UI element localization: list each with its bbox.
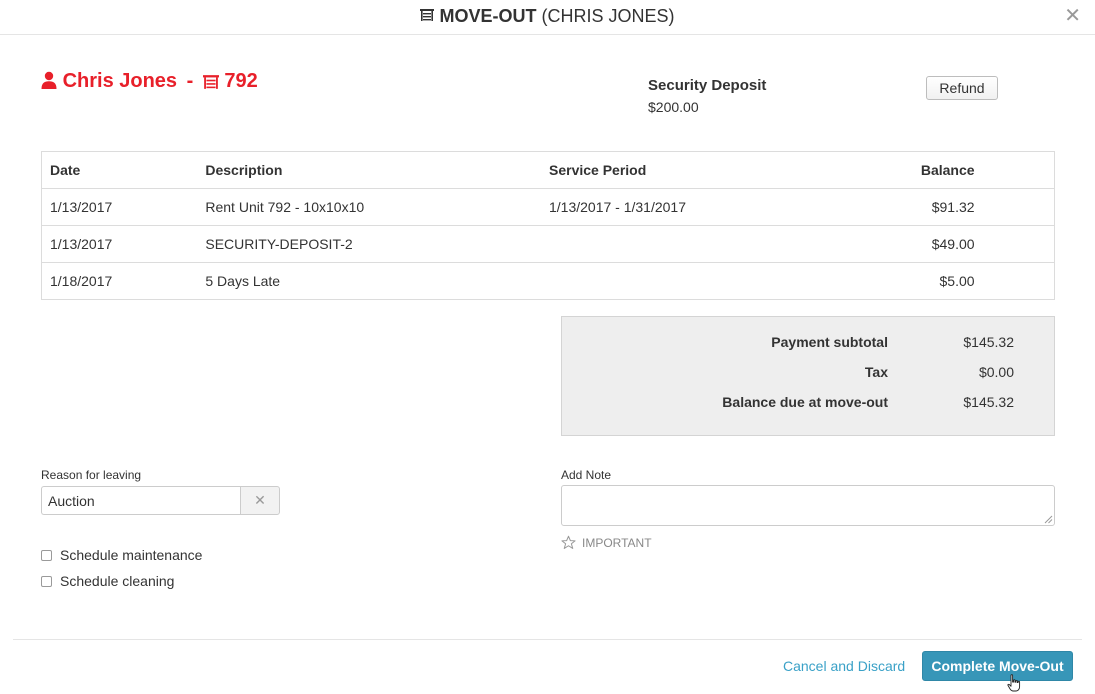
column-header-service-period: Service Period: [541, 151, 843, 189]
user-icon: [41, 71, 57, 89]
title-tenant: (CHRIS JONES): [541, 6, 675, 26]
storage-unit-icon: [420, 9, 435, 21]
unit-number[interactable]: 792: [224, 70, 257, 92]
cell-spacer: [974, 225, 1055, 263]
cell-description: Rent Unit 792 - 10x10x10: [197, 188, 541, 226]
column-header-balance: Balance: [842, 151, 975, 189]
security-deposit-label: Security Deposit: [648, 77, 767, 94]
clear-reason-icon[interactable]: ✕: [240, 486, 280, 515]
cell-description: SECURITY-DEPOSIT-2: [197, 225, 541, 263]
cell-date: 1/13/2017: [41, 188, 198, 226]
important-toggle[interactable]: IMPORTANT: [561, 535, 652, 550]
tenant-name[interactable]: Chris Jones: [63, 70, 177, 92]
cell-service-period: 1/13/2017 - 1/31/2017: [541, 188, 843, 226]
charges-table: Date Description Service Period Balance …: [41, 151, 1055, 300]
cell-service-period: [541, 225, 843, 263]
footer-divider: [13, 639, 1082, 640]
balance-due-label: Balance due at move-out: [722, 394, 888, 410]
modal-header: MOVE-OUT (CHRIS JONES) ✕: [0, 0, 1095, 35]
schedule-maintenance-checkbox[interactable]: [41, 550, 52, 561]
cell-date: 1/13/2017: [41, 225, 198, 263]
table-row: 1/13/2017 SECURITY-DEPOSIT-2 $49.00: [41, 225, 1055, 263]
table-header-row: Date Description Service Period Balance: [41, 151, 1055, 189]
tax-value: $0.00: [978, 364, 1014, 380]
balance-due-row: Balance due at move-out $145.32: [562, 394, 1056, 414]
modal-title: MOVE-OUT (CHRIS JONES): [0, 6, 1095, 27]
important-label[interactable]: IMPORTANT: [582, 536, 652, 550]
payment-subtotal-label: Payment subtotal: [771, 334, 888, 350]
add-note-textarea[interactable]: [561, 485, 1055, 526]
totals-panel: Payment subtotal $145.32 Tax $0.00 Balan…: [561, 316, 1055, 436]
column-header-description: Description: [197, 151, 541, 189]
complete-move-out-button[interactable]: Complete Move-Out: [922, 651, 1073, 681]
table-row: 1/18/2017 5 Days Late $5.00: [41, 262, 1055, 300]
security-deposit-value: $200.00: [648, 99, 699, 115]
column-header-date: Date: [41, 151, 198, 189]
storage-unit-icon: [202, 75, 219, 89]
refund-button[interactable]: Refund: [926, 76, 998, 100]
schedule-cleaning-label[interactable]: Schedule cleaning: [60, 573, 174, 589]
payment-subtotal-row: Payment subtotal $145.32: [562, 334, 1056, 354]
table-row: 1/13/2017 Rent Unit 792 - 10x10x10 1/13/…: [41, 188, 1055, 226]
tenant-separator: -: [186, 70, 194, 92]
title-move-out: MOVE-OUT: [439, 6, 537, 26]
cell-balance: $91.32: [842, 188, 975, 226]
payment-subtotal-value: $145.32: [963, 334, 1014, 350]
cell-spacer: [974, 188, 1055, 226]
tenant-heading: Chris Jones - 792: [41, 70, 258, 93]
resize-grip-icon[interactable]: [1044, 515, 1053, 524]
cell-service-period: [541, 262, 843, 300]
schedule-maintenance-option[interactable]: Schedule maintenance: [41, 547, 202, 563]
tax-row: Tax $0.00: [562, 364, 1056, 384]
cell-balance: $49.00: [842, 225, 975, 263]
reason-for-leaving-input[interactable]: [41, 486, 240, 515]
close-icon[interactable]: ✕: [1064, 6, 1081, 26]
schedule-cleaning-checkbox[interactable]: [41, 576, 52, 587]
schedule-maintenance-label[interactable]: Schedule maintenance: [60, 547, 202, 563]
tax-label: Tax: [864, 364, 888, 380]
column-spacer: [974, 151, 1055, 189]
cell-spacer: [974, 262, 1055, 300]
cell-balance: $5.00: [842, 262, 975, 300]
balance-due-value: $145.32: [963, 394, 1014, 410]
add-note-label: Add Note: [561, 468, 612, 482]
reason-for-leaving-label: Reason for leaving: [41, 468, 142, 482]
schedule-cleaning-option[interactable]: Schedule cleaning: [41, 573, 174, 589]
star-outline-icon[interactable]: [561, 535, 576, 550]
cell-description: 5 Days Late: [197, 262, 541, 300]
cell-date: 1/18/2017: [41, 262, 198, 300]
cancel-and-discard-link[interactable]: Cancel and Discard: [783, 658, 905, 674]
hand-pointer-cursor-icon: [1007, 674, 1021, 692]
